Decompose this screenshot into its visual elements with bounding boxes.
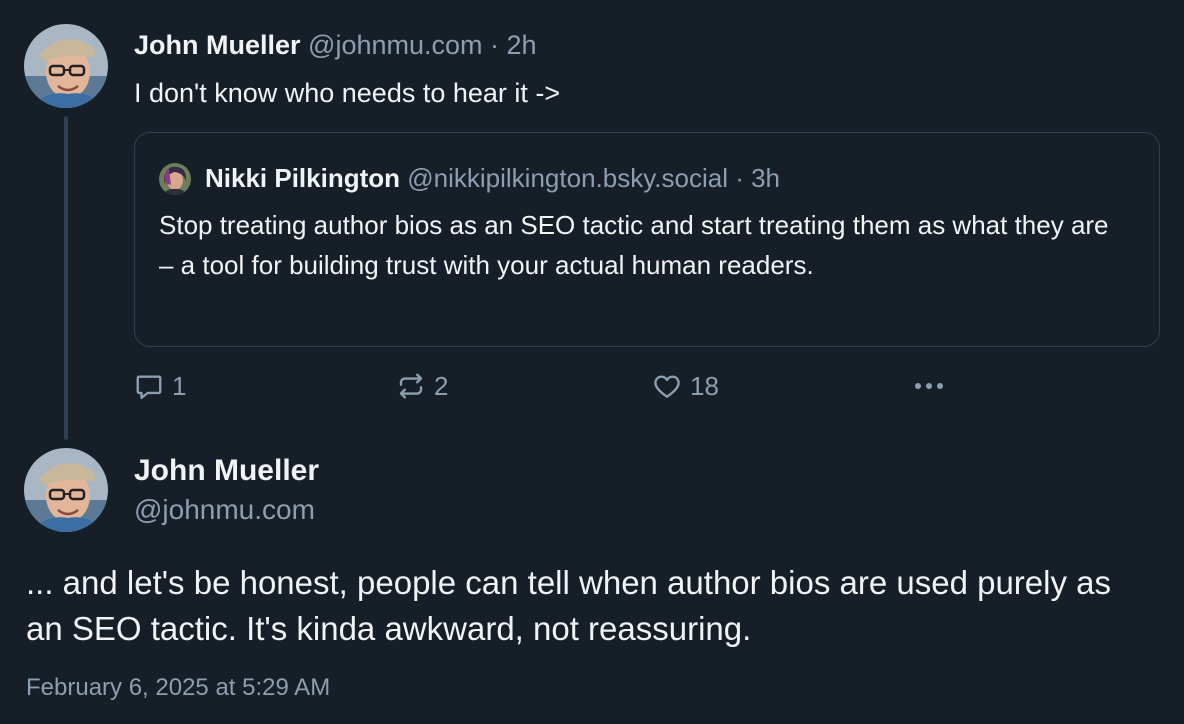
post-actions: 1 2 18 (134, 366, 1160, 406)
avatar[interactable] (24, 448, 108, 532)
quoted-avatar[interactable] (159, 163, 191, 195)
author-handle[interactable]: @johnmu.com (134, 492, 315, 528)
separator: · (727, 163, 752, 193)
quoted-post-text: Stop treating author bios as an SEO tact… (159, 210, 1109, 280)
thread-line (64, 116, 68, 440)
quoted-post-timestamp: 3h (751, 163, 781, 193)
like-button[interactable]: 18 (652, 366, 719, 406)
quoted-author-handle: @nikkipilkington.bsky.social (407, 163, 728, 193)
post-timestamp[interactable]: 2h (507, 30, 537, 60)
thread-view: John Mueller @johnmu.com · 2h I don't kn… (0, 0, 1184, 724)
post-text: ... and let's be honest, people can tell… (26, 564, 1112, 647)
avatar[interactable] (24, 24, 108, 108)
more-options-button[interactable] (912, 366, 948, 406)
avatar-photo-icon (159, 163, 191, 195)
author-handle[interactable]: @johnmu.com (301, 30, 482, 60)
reply-button[interactable]: 1 (134, 366, 186, 406)
author-name[interactable]: John Mueller (134, 452, 319, 490)
avatar-photo-icon (24, 448, 108, 532)
separator: · (482, 30, 507, 60)
post-text: I don't know who needs to hear it -> (134, 78, 561, 108)
repost-icon (399, 373, 423, 399)
post-header: John Mueller @johnmu.com · 2h (134, 28, 537, 62)
repost-button[interactable]: 2 (396, 366, 448, 406)
author-name[interactable]: John Mueller (134, 30, 301, 60)
quoted-author-name: Nikki Pilkington (205, 163, 401, 193)
reply-count: 1 (172, 370, 187, 401)
quoted-post-card[interactable]: Nikki Pilkington @nikkipilkington.bsky.s… (134, 132, 1160, 347)
avatar-photo-icon (24, 24, 108, 108)
quoted-post-header: Nikki Pilkington @nikkipilkington.bsky.s… (205, 161, 780, 195)
heart-icon (654, 375, 680, 398)
comment-icon (136, 375, 162, 400)
repost-count: 2 (434, 370, 449, 401)
more-horizontal-icon (915, 383, 943, 389)
post-timestamp: February 6, 2025 at 5:29 AM (26, 674, 331, 701)
like-count: 18 (690, 370, 719, 401)
